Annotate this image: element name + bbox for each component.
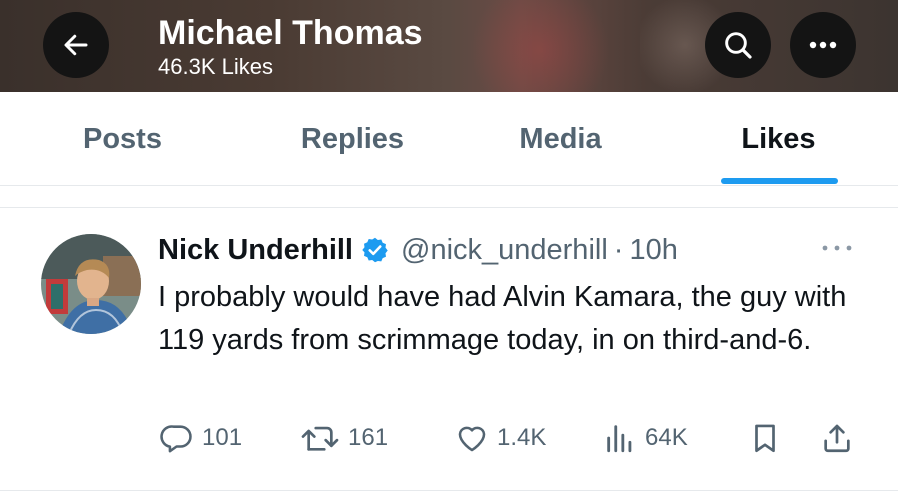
share-button[interactable]	[820, 418, 854, 458]
post-text: I probably would have had Alvin Kamara, …	[158, 281, 847, 356]
share-icon	[824, 424, 850, 453]
profile-name: Michael Thomas	[158, 14, 423, 52]
analytics-icon	[607, 425, 632, 453]
post-header: Nick Underhill @nick_underhill · 10h	[158, 230, 678, 270]
tab-posts[interactable]: Posts	[20, 92, 225, 186]
tab-likes[interactable]: Likes	[676, 92, 881, 186]
divider	[0, 186, 898, 208]
verified-badge-icon	[361, 236, 389, 264]
likes-count: 46.3K Likes	[158, 54, 273, 79]
arrow-left-icon	[64, 34, 88, 56]
repost-button[interactable]: 161	[300, 418, 388, 458]
more-options-button[interactable]	[790, 12, 856, 78]
search-icon	[725, 32, 752, 59]
profile-tabs: Posts Replies Media Likes	[0, 92, 898, 186]
reply-count: 101	[202, 424, 243, 451]
reply-button[interactable]: 101	[160, 418, 242, 458]
reply-icon	[160, 425, 192, 453]
post-timestamp[interactable]: 10h	[629, 234, 677, 267]
tab-media[interactable]: Media	[458, 92, 663, 186]
separator-dot: ·	[613, 233, 624, 266]
tab-replies[interactable]: Replies	[250, 92, 455, 186]
back-button[interactable]	[43, 12, 109, 78]
post-more-button[interactable]	[818, 236, 856, 260]
views-count: 64K	[645, 424, 688, 451]
like-button[interactable]: 1.4K	[455, 418, 546, 458]
author-name[interactable]: Nick Underhill	[158, 234, 353, 267]
more-horizontal-icon	[822, 245, 852, 251]
active-tab-indicator	[721, 178, 838, 184]
profile-header: Michael Thomas 46.3K Likes	[0, 0, 898, 92]
more-horizontal-icon	[809, 41, 837, 49]
repost-count: 161	[348, 424, 389, 451]
divider	[0, 490, 898, 491]
heart-icon	[458, 426, 486, 452]
repost-icon	[301, 426, 339, 451]
search-button[interactable]	[705, 12, 771, 78]
avatar[interactable]	[41, 234, 141, 334]
bookmark-button[interactable]	[748, 418, 782, 458]
views-button[interactable]: 64K	[603, 418, 688, 458]
author-handle[interactable]: @nick_underhill	[401, 234, 608, 267]
bookmark-icon	[755, 424, 775, 453]
like-count: 1.4K	[497, 424, 547, 451]
